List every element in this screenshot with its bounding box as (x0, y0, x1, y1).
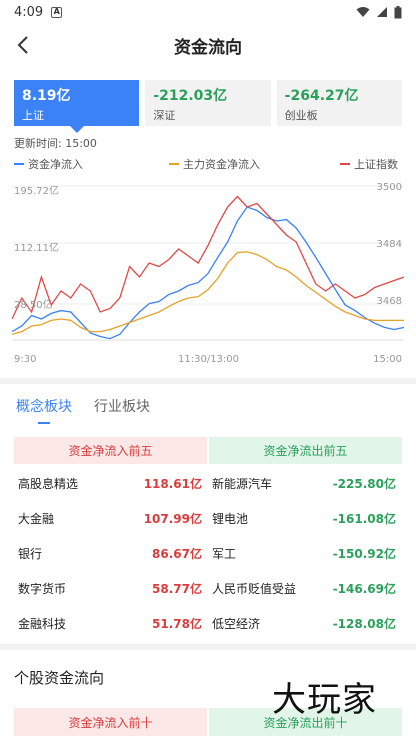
sector-value: -225.80亿 (332, 477, 396, 491)
series-line-sh-index (12, 195, 404, 320)
sector-table: 高股息精选 118.61亿 新能源汽车 -225.80亿 大金融 107.99亿 锂电… (14, 466, 402, 641)
back-arrow-icon (17, 36, 28, 54)
sector-name: 金融科技 (18, 617, 67, 631)
sector-name: 低空经济 (212, 617, 261, 631)
index-cards: 8.19亿 上证 -212.03亿 深证 -264.27亿 创业板 (14, 80, 402, 133)
inflow-item[interactable]: 高股息精选 118.61亿 (14, 475, 208, 492)
y-right-tick-bottom: 3468 (376, 296, 402, 307)
table-row: 银行 86.67亿 军工 -150.92亿 (14, 536, 402, 571)
card-name: 上证 (22, 109, 44, 122)
series-line-net-inflow (12, 206, 404, 340)
sector-name: 锂电池 (212, 512, 249, 526)
legend-swatch (14, 163, 24, 165)
sector-value: 58.77亿 (152, 582, 202, 596)
sector-value: 51.78亿 (152, 617, 202, 631)
x-tick-end: 15:00 (373, 354, 402, 365)
sector-value: -150.92亿 (332, 547, 396, 561)
card-name: 创业板 (284, 109, 318, 122)
inflow-item[interactable]: 数字货币 58.77亿 (14, 580, 208, 597)
update-time: 更新时间: 15:00 (14, 137, 97, 150)
x-tick-start: 9:30 (14, 354, 37, 365)
chart-legend: 资金净流入 主力资金净流入 上证指数 (14, 156, 402, 172)
outflow-item[interactable]: 锂电池 -161.08亿 (208, 510, 402, 527)
inflow-item[interactable]: 金融科技 51.78亿 (14, 615, 208, 632)
table-row: 大金融 107.99亿 锂电池 -161.08亿 (14, 501, 402, 536)
sector-value: 86.67亿 (152, 547, 202, 561)
x-tick-mid: 11:30/13:00 (178, 354, 240, 365)
sector-table-header: 资金净流入前五 资金净流出前五 (14, 437, 402, 464)
series-line-main-inflow (12, 251, 404, 336)
legend-label: 资金净流入 (28, 158, 83, 171)
sector-name: 军工 (212, 547, 237, 561)
chart-svg (12, 185, 404, 341)
outflow-item[interactable]: 低空经济 -128.08亿 (208, 615, 402, 632)
section-divider (0, 378, 416, 384)
y-left-tick-mid: 112.11亿 (14, 243, 59, 254)
notification-a-icon: A (51, 6, 63, 18)
card-name: 深证 (153, 109, 176, 122)
tab-concept[interactable]: 概念板块 (16, 396, 72, 426)
table-row: 高股息精选 118.61亿 新能源汽车 -225.80亿 (14, 466, 402, 501)
fund-flow-chart[interactable]: 195.72亿 112.11亿 28.50亿 3500 3484 3468 9:… (12, 180, 404, 370)
outflow-item[interactable]: 新能源汽车 -225.80亿 (208, 475, 402, 492)
status-time: 4:09 (14, 4, 44, 20)
sector-name: 新能源汽车 (212, 477, 273, 491)
legend-swatch (340, 163, 350, 165)
inflow-top5-header: 资金净流入前五 (14, 437, 207, 464)
stock-flow-title: 个股资金流向 (14, 669, 105, 687)
card-shenzhen[interactable]: -212.03亿 深证 (145, 80, 271, 126)
legend-net-inflow: 资金净流入 (14, 156, 83, 172)
sector-name: 人民币贬值受益 (212, 582, 297, 596)
signal-icon (377, 7, 387, 17)
battery-icon (394, 5, 402, 18)
card-value: -264.27亿 (284, 88, 359, 104)
y-right-tick-top: 3500 (376, 182, 402, 193)
page-title: 资金流向 (174, 37, 242, 58)
wifi-icon (356, 7, 370, 17)
section-divider (0, 644, 416, 650)
legend-label: 主力资金净流入 (183, 158, 260, 171)
back-button[interactable] (10, 32, 36, 58)
card-chinext[interactable]: -264.27亿 创业板 (276, 80, 402, 126)
sector-value: 107.99亿 (143, 512, 202, 526)
sector-value: -161.08亿 (332, 512, 396, 526)
status-icons (356, 5, 402, 19)
sector-tabs: 概念板块 行业板块 (16, 396, 150, 426)
y-left-tick-top: 195.72亿 (14, 186, 59, 197)
sector-name: 大金融 (18, 512, 55, 526)
sector-name: 银行 (18, 547, 43, 561)
card-shanghai[interactable]: 8.19亿 上证 (14, 80, 140, 133)
inflow-item[interactable]: 大金融 107.99亿 (14, 510, 208, 527)
card-value: 8.19亿 (22, 88, 71, 104)
legend-swatch (169, 163, 179, 165)
legend-label: 上证指数 (354, 158, 398, 171)
y-left-tick-bottom: 28.50亿 (14, 300, 53, 311)
nav-bar: 资金流向 (0, 24, 416, 66)
sector-name: 高股息精选 (18, 477, 79, 491)
sector-name: 数字货币 (18, 582, 67, 596)
status-bar: 4:09 A (0, 0, 416, 24)
outflow-item[interactable]: 人民币贬值受益 -146.69亿 (208, 580, 402, 597)
card-value: -212.03亿 (153, 88, 228, 104)
inflow-item[interactable]: 银行 86.67亿 (14, 545, 208, 562)
table-row: 金融科技 51.78亿 低空经济 -128.08亿 (14, 606, 402, 641)
outflow-item[interactable]: 军工 -150.92亿 (208, 545, 402, 562)
tab-industry[interactable]: 行业板块 (94, 396, 150, 426)
sector-value: -128.08亿 (332, 617, 396, 631)
outflow-top5-header: 资金净流出前五 (209, 437, 402, 464)
inflow-top10-header: 资金净流入前十 (14, 708, 207, 736)
table-row: 数字货币 58.77亿 人民币贬值受益 -146.69亿 (14, 571, 402, 606)
legend-main-inflow: 主力资金净流入 (169, 156, 260, 172)
watermark-logo: 大玩家 (272, 680, 377, 720)
sector-value: -146.69亿 (332, 582, 396, 596)
sector-value: 118.61亿 (143, 477, 202, 491)
y-right-tick-mid: 3484 (376, 239, 402, 250)
legend-sh-index: 上证指数 (340, 156, 398, 172)
